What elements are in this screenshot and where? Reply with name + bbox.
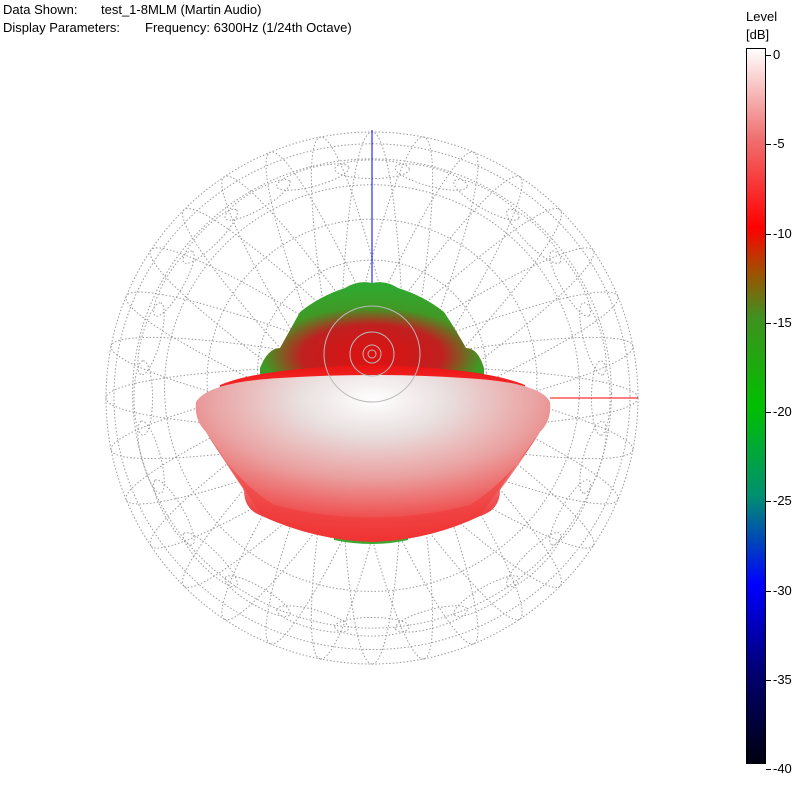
legend-tick-mark [766, 144, 771, 146]
rim-loop [224, 575, 291, 617]
legend-tick-mark [766, 679, 771, 681]
legend-title-unit: [dB] [746, 27, 770, 42]
legend-tick-mark [766, 233, 771, 235]
rim-loop [153, 479, 195, 546]
balloon-shape [195, 282, 551, 544]
legend-tick-mark [766, 590, 771, 592]
balloon-plot[interactable] [0, 0, 740, 797]
legend-tick-label: -30 [773, 582, 792, 598]
legend-tick-label: 0 [773, 47, 781, 62]
rim-loop [506, 532, 562, 588]
legend-tick-mark [766, 322, 771, 324]
rim-loop [579, 302, 607, 376]
rim-loop [153, 250, 195, 317]
rim-loop [133, 360, 154, 436]
rim-loop [394, 605, 468, 633]
rim-loop [224, 179, 291, 221]
legend-tick-label: -15 [773, 314, 792, 330]
legend-tick-label: -25 [773, 493, 792, 509]
rim-loop [453, 575, 520, 617]
legend-tick-label: -35 [773, 671, 792, 687]
rim-loop [137, 302, 165, 376]
rim-loop [182, 532, 238, 588]
legend-tick-label: -5 [773, 136, 785, 152]
legend-tick-mark [766, 501, 771, 503]
legend-title: Level [dB] [746, 8, 777, 44]
rim-loop [276, 605, 350, 633]
color-scale-bar [746, 48, 766, 764]
legend-tick-label: -40 [773, 761, 792, 776]
balloon-main-body [195, 375, 551, 542]
legend-tick-label: -10 [773, 225, 792, 241]
rim-loop [579, 420, 607, 494]
legend-title-level: Level [746, 9, 778, 24]
rim-loop [276, 163, 350, 191]
rim-loop [549, 479, 591, 546]
rim-loop [334, 616, 410, 637]
legend-tick-mark [766, 412, 771, 413]
legend-tick-mark [766, 55, 771, 56]
rim-loop [506, 208, 562, 264]
legend-tick-mark [766, 769, 771, 770]
rim-loop [394, 163, 468, 191]
rim-loop [549, 250, 591, 317]
legend-tick-label: -20 [773, 404, 792, 419]
